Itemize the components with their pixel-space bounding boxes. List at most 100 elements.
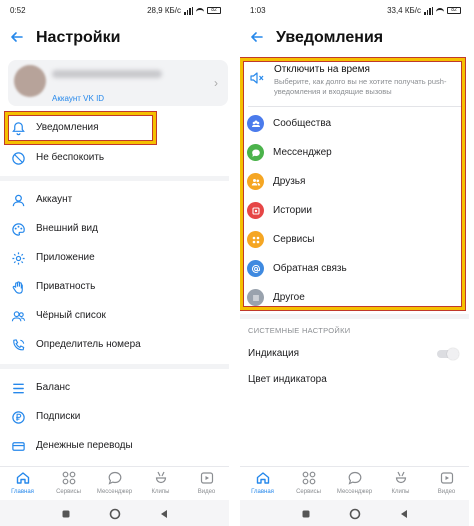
section-divider [240,314,469,319]
messenger-icon [348,471,361,485]
settings-item-do-not-disturb[interactable]: Не беспокоить [0,144,229,172]
android-nav-bar [0,500,229,526]
video-icon [200,472,213,484]
tab-label: Мессенджер [96,489,133,495]
messenger-icon [108,471,121,485]
tab-label: Клипы [391,489,410,495]
users-icon [10,308,26,324]
settings-item-label: Внешний вид [36,223,98,234]
settings-item-label: Денежные переводы [36,440,133,451]
tab-label: Видео [437,489,456,495]
status-time: 0:52 [10,6,26,15]
tab-label: Главная [251,489,274,495]
tab-label: Мессенджер [336,489,373,495]
video-icon [440,472,453,484]
notifications-screen: 1:03 33,4 КБ/с 82 Уведомления Отключить … [240,0,469,526]
tab-home[interactable]: Главная [0,470,45,500]
home-nav-icon[interactable] [109,507,121,520]
tab-label: Клипы [151,489,170,495]
indicator-color-label: Цвет индикатора [248,374,327,385]
tab-label: Сервисы [296,489,321,495]
settings-item-account[interactable]: Аккаунт [0,186,229,214]
settings-screen: 0:52 28,9 КБ/с 82 Настройки Аккаунт VK I… [0,0,229,526]
clips-icon [155,471,166,484]
battery-level: 82 [451,7,457,13]
settings-item-label: Приватность [36,281,96,292]
gear-icon [10,250,26,266]
indication-label: Индикация [248,348,300,359]
settings-item-label: Чёрный список [36,310,106,321]
back-nav-icon[interactable] [398,507,410,519]
signal-icon [184,6,193,15]
settings-item-app[interactable]: Приложение [0,244,229,272]
signal-icon [424,6,433,15]
back-nav-icon[interactable] [158,507,170,519]
home-icon [256,472,269,484]
network-speed: 28,9 КБ/с [147,6,181,15]
home-nav-icon[interactable] [349,507,361,520]
settings-item-balance[interactable]: Баланс [0,374,229,402]
recents-icon[interactable] [300,507,312,519]
tab-services[interactable]: Сервисы [46,470,91,500]
profile-subtitle: Аккаунт VK ID [52,94,105,103]
header: Настройки [0,26,229,54]
palette-icon [10,221,26,237]
section-divider [0,176,229,181]
money-transfer-icon [10,438,26,454]
tab-services[interactable]: Сервисы [286,470,331,500]
battery-level: 82 [211,7,217,13]
tab-clips[interactable]: Клипы [138,470,183,500]
settings-item-appearance[interactable]: Внешний вид [0,215,229,243]
tab-home[interactable]: Главная [240,470,285,500]
ruble-icon [10,409,26,425]
header: Уведомления [240,26,469,54]
settings-item-money-transfers[interactable]: Денежные переводы [0,432,229,460]
bottom-tab-bar: Главная Сервисы Мессенджер Клипы Видео [0,466,229,500]
settings-item-label: Баланс [36,382,71,393]
tab-label: Главная [11,489,34,495]
status-bar: 0:52 28,9 КБ/с 82 [0,0,229,22]
indication-row[interactable]: Индикация [240,341,469,367]
settings-item-privacy[interactable]: Приватность [0,273,229,301]
home-icon [16,472,29,484]
tab-clips[interactable]: Клипы [378,470,423,500]
battery-icon: 82 [207,7,221,14]
tab-label: Сервисы [56,489,81,495]
tab-video[interactable]: Видео [424,470,469,500]
section-divider [0,364,229,369]
indication-toggle[interactable] [437,348,459,360]
balance-icon [10,380,26,396]
wifi-icon [436,7,444,14]
highlight-box [240,57,466,311]
chevron-right-icon: › [214,76,218,90]
profile-card[interactable]: Аккаунт VK ID › [8,60,228,106]
settings-item-label: Аккаунт [36,194,73,205]
back-arrow-icon[interactable] [10,30,28,48]
tab-messenger[interactable]: Мессенджер [92,470,137,500]
settings-item-label: Подписки [36,411,81,422]
tab-video[interactable]: Видео [184,470,229,500]
hand-icon [10,279,26,295]
page-title: Уведомления [276,29,384,46]
user-icon [10,192,26,208]
tab-messenger[interactable]: Мессенджер [332,470,377,500]
do-not-disturb-icon [10,150,26,166]
indicator-color-row[interactable]: Цвет индикатора [240,367,469,393]
avatar [14,65,46,97]
tab-label: Видео [197,489,216,495]
settings-item-subscriptions[interactable]: Подписки [0,403,229,431]
phone-icon [10,337,26,353]
battery-icon: 82 [447,7,461,14]
settings-item-label: Определитель номера [36,339,141,350]
recents-icon[interactable] [60,507,72,519]
wifi-icon [196,7,204,14]
services-icon [62,471,75,485]
settings-item-caller-id[interactable]: Определитель номера [0,331,229,359]
network-speed: 33,4 КБ/с [387,6,421,15]
status-bar: 1:03 33,4 КБ/с 82 [240,0,469,22]
settings-item-label: Не беспокоить [36,152,105,163]
bottom-tab-bar: Главная Сервисы Мессенджер Клипы Видео [240,466,469,500]
back-arrow-icon[interactable] [250,30,268,48]
settings-item-blacklist[interactable]: Чёрный список [0,302,229,330]
profile-name-blurred [52,70,162,78]
